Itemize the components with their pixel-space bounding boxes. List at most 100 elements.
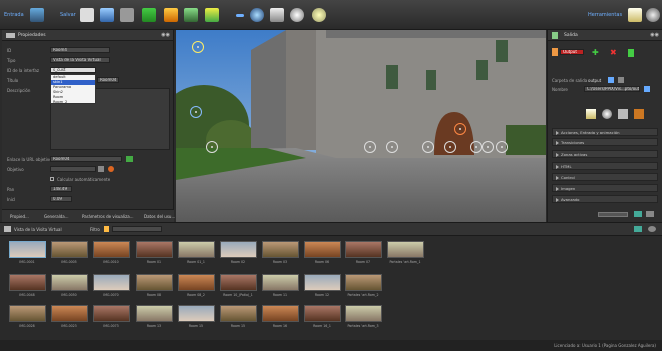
thumb-options-icon[interactable]: [648, 226, 656, 232]
filter-input[interactable]: [112, 226, 162, 232]
filter-pencil-icon[interactable]: [104, 226, 109, 232]
hotspot-icon[interactable]: [386, 141, 398, 153]
section-html[interactable]: HTML: [552, 162, 658, 170]
interface-dropdown-list[interactable]: default skin1 Panorama Skin2 Room Room_2: [50, 74, 96, 104]
preview-monitor-icon[interactable]: [618, 109, 628, 119]
hotspot-icon[interactable]: [192, 41, 204, 53]
open-tour-icon[interactable]: [30, 8, 44, 22]
globe-icon[interactable]: [290, 8, 304, 22]
tab-user-data[interactable]: Datos del usu...: [144, 214, 175, 219]
thumb-view-icon[interactable]: [634, 226, 642, 232]
panorama-thumbnail[interactable]: [51, 241, 88, 258]
panorama-thumbnail[interactable]: [178, 241, 215, 258]
clipboard-icon[interactable]: [270, 8, 284, 22]
add-output-icon[interactable]: ✚: [592, 48, 599, 57]
panorama-thumbnail[interactable]: [178, 274, 215, 291]
panorama-thumbnail[interactable]: [93, 241, 130, 258]
panorama-thumbnail[interactable]: [220, 305, 257, 322]
publish-icon[interactable]: [634, 211, 642, 217]
panorama-thumbnail[interactable]: [387, 241, 424, 258]
panorama-thumbnail[interactable]: [345, 241, 382, 258]
settings-gear-icon[interactable]: [312, 8, 326, 22]
hotspot-icon[interactable]: [454, 123, 466, 135]
tab-properties[interactable]: Propied...: [10, 214, 29, 219]
puzzle-icon[interactable]: [184, 8, 198, 22]
monitor-icon[interactable]: [100, 8, 114, 22]
target-field[interactable]: [50, 166, 96, 172]
star-wizard-icon[interactable]: [628, 8, 642, 22]
cube-icon[interactable]: [164, 8, 178, 22]
panorama-grid-icon[interactable]: [80, 8, 94, 22]
entrada-menu[interactable]: Entrada: [4, 12, 24, 18]
help-icon[interactable]: [646, 8, 660, 22]
section-control[interactable]: Control: [552, 173, 658, 181]
title-field[interactable]: Room04: [97, 77, 119, 83]
pan-field[interactable]: 148.49: [50, 186, 72, 192]
panorama-thumbnail[interactable]: [262, 305, 299, 322]
tools-menu[interactable]: Herramientas: [588, 12, 622, 18]
hotspot-icon[interactable]: [444, 141, 456, 153]
hotspot-icon[interactable]: [364, 141, 376, 153]
section-advanced[interactable]: Avanzado: [552, 195, 658, 203]
url-field[interactable]: Room04: [50, 156, 122, 162]
section-image[interactable]: Imagen: [552, 184, 658, 192]
panorama-thumbnail[interactable]: [9, 274, 46, 291]
binoculars-icon[interactable]: [250, 8, 264, 22]
id-field[interactable]: Room4: [50, 47, 110, 53]
hotspot-icon[interactable]: [206, 141, 218, 153]
settings-icon[interactable]: [646, 211, 654, 217]
filename-browse-icon[interactable]: [644, 86, 650, 92]
panorama-thumbnail[interactable]: [51, 274, 88, 291]
link-browse-icon[interactable]: [126, 156, 133, 162]
tab-general[interactable]: Generalda...: [44, 214, 69, 219]
output-select[interactable]: Output: [560, 49, 584, 55]
folder-open-icon[interactable]: [618, 77, 624, 83]
panorama-thumbnail[interactable]: [136, 305, 173, 322]
preview-gear-icon[interactable]: [602, 109, 612, 119]
panel-pin-icon[interactable]: ◉◉: [161, 32, 170, 38]
auto-calc-checkbox[interactable]: [50, 177, 54, 181]
panorama-thumbnail[interactable]: [220, 241, 257, 258]
hotspot-icon[interactable]: [190, 106, 202, 118]
panorama-thumbnail[interactable]: [262, 241, 299, 258]
image-icon[interactable]: [120, 8, 134, 22]
target-menu-icon[interactable]: [98, 166, 104, 172]
hotspot-icon[interactable]: [482, 141, 494, 153]
tree-structure-icon[interactable]: [142, 8, 156, 22]
wizard-star-icon[interactable]: [586, 109, 596, 119]
section-actions[interactable]: Acciones, Entrada y animación: [552, 128, 658, 136]
output-doc-icon[interactable]: [628, 49, 634, 57]
hotspot-icon[interactable]: [496, 141, 508, 153]
tilt-field[interactable]: 0.09: [50, 196, 72, 202]
tab-view-params[interactable]: Parámetros de visualiza...: [82, 214, 133, 219]
delete-output-icon[interactable]: ✖: [610, 48, 617, 57]
panorama-thumbnail[interactable]: [178, 305, 215, 322]
target-clear-icon[interactable]: [108, 166, 114, 172]
panorama-thumbnail[interactable]: [93, 274, 130, 291]
filename-field[interactable]: C:/Users/PPIX/Vis...pto/output: [584, 86, 640, 92]
panorama-thumbnail[interactable]: [136, 274, 173, 291]
panorama-thumbnail[interactable]: [304, 305, 341, 322]
section-hotspots[interactable]: Zonas activas: [552, 150, 658, 158]
panorama-thumbnail[interactable]: [136, 241, 173, 258]
panel-pin-icon[interactable]: ◉◉: [650, 32, 659, 38]
save-menu[interactable]: Salvar: [60, 12, 76, 18]
panorama-thumbnail[interactable]: [9, 305, 46, 322]
panorama-thumbnail[interactable]: [262, 274, 299, 291]
interface-option[interactable]: Room_2: [51, 100, 95, 105]
panorama-thumbnail[interactable]: [9, 241, 46, 258]
panorama-viewer[interactable]: [176, 30, 546, 222]
panorama-thumbnail[interactable]: [51, 305, 88, 322]
type-select[interactable]: Vista de la Visita Virtual: [50, 57, 110, 63]
folder-browse-icon[interactable]: [608, 77, 614, 83]
panorama-thumbnail[interactable]: [93, 305, 130, 322]
edit-pencil-icon[interactable]: [205, 8, 219, 22]
interface-select[interactable]: s_cust: [50, 67, 96, 73]
export-box-icon[interactable]: [634, 109, 644, 119]
panorama-thumbnail[interactable]: [345, 274, 382, 291]
hotspot-icon[interactable]: [422, 141, 434, 153]
panorama-thumbnail[interactable]: [304, 241, 341, 258]
hotspot-icon[interactable]: [470, 141, 482, 153]
panorama-thumbnail[interactable]: [304, 274, 341, 291]
panorama-thumbnail[interactable]: [220, 274, 257, 291]
